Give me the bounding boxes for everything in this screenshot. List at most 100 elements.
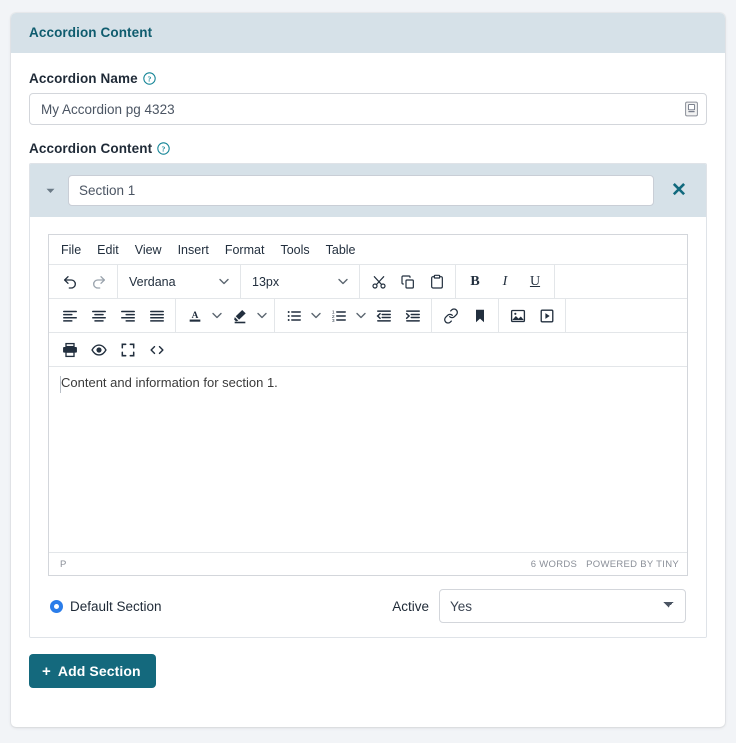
menu-file[interactable]: File — [53, 239, 89, 261]
editor-status-bar: P 6 WORDS POWERED BY TINY — [49, 553, 687, 575]
accordion-content-card: Accordion Content Accordion Name ? My Ac… — [11, 13, 725, 727]
editor-menubar: File Edit View Insert Format Tools Table — [49, 235, 687, 265]
default-section-label: Default Section — [70, 598, 162, 614]
accordion-content-label: Accordion Content ? — [29, 141, 707, 156]
media-icon[interactable] — [532, 302, 561, 330]
section-footer: Default Section Active Yes No — [48, 589, 688, 623]
rich-text-editor: File Edit View Insert Format Tools Table — [48, 234, 688, 576]
chevron-down-icon[interactable] — [308, 302, 324, 330]
add-section-label: Add Section — [57, 663, 141, 679]
print-icon[interactable] — [55, 336, 84, 364]
svg-text:?: ? — [162, 144, 166, 153]
menu-edit[interactable]: Edit — [89, 239, 127, 261]
chevron-down-icon[interactable] — [209, 302, 225, 330]
toolbar-group-font-family: Verdana — [118, 265, 241, 298]
accordion-name-label-text: Accordion Name — [29, 71, 138, 86]
font-size-value: 13px — [252, 274, 280, 289]
paste-icon[interactable] — [422, 268, 451, 296]
status-right: 6 WORDS POWERED BY TINY — [531, 559, 679, 570]
menu-view[interactable]: View — [127, 239, 170, 261]
italic-button[interactable]: I — [490, 268, 520, 296]
text-color-icon[interactable]: A — [180, 302, 209, 330]
editor-paragraph: Content and information for section 1. — [61, 375, 278, 390]
highlight-color-icon[interactable] — [225, 302, 254, 330]
align-center-icon[interactable] — [84, 302, 113, 330]
toolbar-group-font-size: 13px — [241, 265, 360, 298]
active-field-wrap: Active Yes No — [392, 589, 686, 623]
editor-toolbar-row-1: Verdana 13px B I U — [49, 265, 687, 299]
active-label: Active — [392, 598, 429, 614]
fullscreen-icon[interactable] — [113, 336, 142, 364]
undo-icon[interactable] — [55, 268, 84, 296]
page-root: Accordion Content Accordion Name ? My Ac… — [0, 0, 736, 743]
underline-button[interactable]: U — [520, 268, 550, 296]
chevron-down-icon[interactable] — [254, 302, 270, 330]
element-path[interactable]: P — [60, 559, 67, 570]
editor-toolbar-row-2: A 1 2 3 — [49, 299, 687, 333]
accordion-section-panel: ✕ File Edit View Insert Format Tools Tab… — [29, 163, 707, 638]
toolbar-group-tools — [51, 333, 175, 366]
toolbar-group-spacer-2 — [566, 299, 685, 332]
numbered-list-icon[interactable]: 1 2 3 — [324, 302, 353, 330]
font-family-select[interactable]: Verdana — [122, 268, 236, 296]
add-section-button[interactable]: + Add Section — [29, 654, 156, 688]
toolbar-group-insert-link — [432, 299, 499, 332]
accordion-name-label: Accordion Name ? — [29, 71, 707, 86]
plus-icon: + — [42, 662, 51, 680]
toolbar-group-clipboard — [360, 265, 456, 298]
card-header: Accordion Content — [11, 13, 725, 53]
menu-format[interactable]: Format — [217, 239, 273, 261]
close-x-icon[interactable]: ✕ — [664, 181, 694, 200]
toolbar-group-spacer-1 — [555, 265, 685, 298]
word-count: 6 WORDS — [530, 558, 578, 570]
editor-toolbar-row-3 — [49, 333, 687, 367]
section-title-input[interactable] — [68, 175, 654, 206]
align-right-icon[interactable] — [113, 302, 142, 330]
align-left-icon[interactable] — [55, 302, 84, 330]
card-header-title: Accordion Content — [29, 25, 153, 40]
font-family-value: Verdana — [129, 274, 176, 289]
editor-content-area[interactable]: Content and information for section 1. — [49, 367, 687, 553]
tiny-branding[interactable]: POWERED BY TINY — [586, 559, 679, 570]
menu-table[interactable]: Table — [318, 239, 364, 261]
toolbar-group-lists: 1 2 3 — [275, 299, 432, 332]
preview-eye-icon[interactable] — [84, 336, 113, 364]
image-icon[interactable] — [503, 302, 532, 330]
default-section-radio-wrap[interactable]: Default Section — [50, 599, 162, 614]
help-circle-icon[interactable]: ? — [142, 72, 156, 85]
accordion-name-input[interactable] — [29, 93, 707, 125]
svg-text:?: ? — [147, 74, 151, 83]
chevron-down-icon[interactable] — [353, 302, 369, 330]
bold-button[interactable]: B — [460, 268, 490, 296]
toolbar-group-media — [499, 299, 566, 332]
font-size-select[interactable]: 13px — [245, 268, 355, 296]
chevron-down-icon — [216, 268, 232, 296]
toolbar-group-history — [51, 265, 118, 298]
section-header: ✕ — [30, 164, 706, 217]
menu-tools[interactable]: Tools — [272, 239, 317, 261]
toolbar-group-text-style: B I U — [456, 265, 555, 298]
bookmark-icon[interactable] — [465, 302, 494, 330]
indent-icon[interactable] — [398, 302, 427, 330]
toolbar-group-align — [51, 299, 176, 332]
svg-text:3: 3 — [331, 318, 334, 324]
bullet-list-icon[interactable] — [279, 302, 308, 330]
default-section-radio[interactable] — [50, 599, 63, 613]
help-circle-icon[interactable]: ? — [157, 142, 170, 155]
toolbar-group-colors: A — [176, 299, 275, 332]
source-code-icon[interactable] — [142, 336, 171, 364]
align-justify-icon[interactable] — [142, 302, 171, 330]
outdent-icon[interactable] — [369, 302, 398, 330]
accordion-name-field-wrap — [29, 93, 707, 125]
link-icon[interactable] — [436, 302, 465, 330]
menu-insert[interactable]: Insert — [170, 239, 217, 261]
accordion-content-label-text: Accordion Content — [29, 141, 153, 156]
section-body: File Edit View Insert Format Tools Table — [30, 217, 706, 637]
cut-icon[interactable] — [364, 268, 393, 296]
card-body: Accordion Name ? My Accordion pg 4323 Ac… — [11, 53, 725, 706]
active-select[interactable]: Yes No — [439, 589, 686, 623]
chevron-down-icon — [335, 268, 351, 296]
copy-icon[interactable] — [393, 268, 422, 296]
redo-icon[interactable] — [84, 268, 113, 296]
caret-down-icon[interactable] — [42, 188, 58, 194]
